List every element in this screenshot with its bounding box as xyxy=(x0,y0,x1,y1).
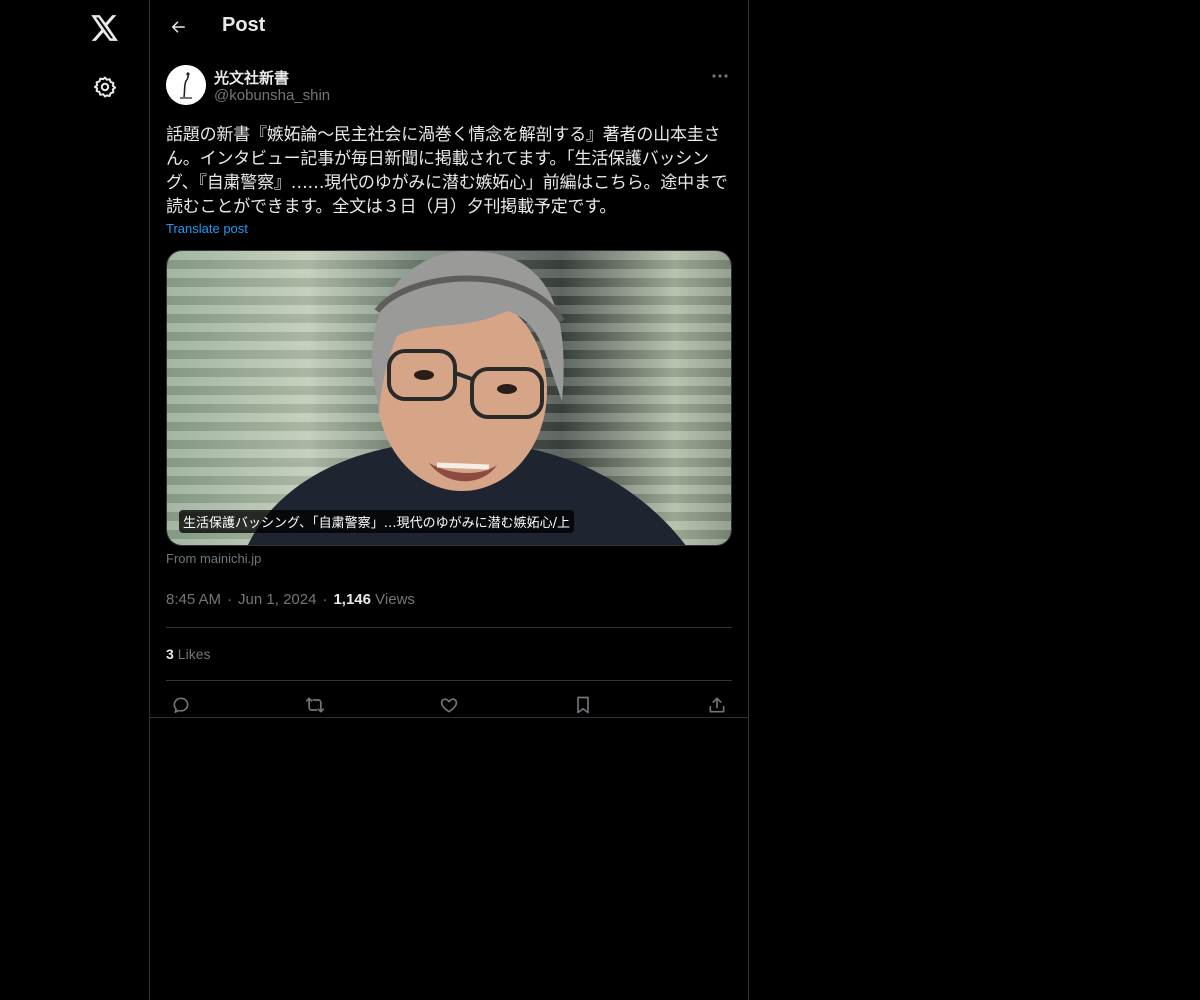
more-icon xyxy=(711,73,729,79)
views-count: 1,146 xyxy=(333,591,371,608)
like-button[interactable] xyxy=(438,694,460,716)
post-date[interactable]: Jun 1, 2024 xyxy=(238,591,316,608)
more-options-button[interactable] xyxy=(708,65,732,87)
link-card[interactable]: 生活保護バッシング、「自粛警察」…現代のゆがみに潜む嫉妬心/上 xyxy=(166,250,732,546)
post-text: 話題の新書『嫉妬論〜民主社会に渦巻く情念を解剖する』著者の山本圭さん。インタビュ… xyxy=(166,125,728,217)
avatar[interactable] xyxy=(166,65,206,105)
bookmark-icon xyxy=(574,695,592,715)
likes-label: Likes xyxy=(177,646,211,662)
app-window: Post 光文社新書 @kobunsha_shin 話題の新書『嫉妬論〜民主社会… xyxy=(0,0,1200,1000)
gear-icon[interactable] xyxy=(81,63,129,111)
page-title: Post xyxy=(222,14,266,36)
repost-icon xyxy=(304,695,326,715)
views-label: Views xyxy=(375,591,415,608)
post-column: Post 光文社新書 @kobunsha_shin 話題の新書『嫉妬論〜民主社会… xyxy=(149,0,749,1000)
left-sidebar xyxy=(0,0,149,1000)
post-article: 光文社新書 @kobunsha_shin 話題の新書『嫉妬論〜民主社会に渦巻く情… xyxy=(150,65,748,729)
reply-button[interactable] xyxy=(170,694,192,716)
card-source[interactable]: From mainichi.jp xyxy=(166,551,732,566)
reply-icon xyxy=(171,695,191,715)
heart-icon xyxy=(439,695,459,715)
repost-button[interactable] xyxy=(304,694,326,716)
author-name[interactable]: 光文社新書 xyxy=(214,67,289,88)
action-bar xyxy=(166,681,732,729)
divider xyxy=(150,717,748,718)
likes-count: 3 xyxy=(166,646,174,662)
card-image xyxy=(167,251,731,545)
author-row: 光文社新書 @kobunsha_shin xyxy=(166,65,732,117)
likes-row[interactable]: 3 Likes xyxy=(166,628,732,680)
post-time[interactable]: 8:45 AM xyxy=(166,591,221,608)
translate-post-link[interactable]: Translate post xyxy=(166,221,248,236)
post-header: Post xyxy=(150,0,748,53)
post-meta: 8:45 AM · Jun 1, 2024 · 1,146 Views xyxy=(166,591,415,608)
author-handle[interactable]: @kobunsha_shin xyxy=(214,87,330,104)
back-button[interactable] xyxy=(161,10,195,44)
arrow-left-icon xyxy=(169,18,187,36)
bookmark-button[interactable] xyxy=(572,694,594,716)
card-caption: 生活保護バッシング、「自粛警察」…現代のゆがみに潜む嫉妬心/上 xyxy=(179,510,574,533)
share-button[interactable] xyxy=(706,694,728,716)
x-logo-icon[interactable] xyxy=(81,4,129,52)
share-icon xyxy=(707,695,727,715)
